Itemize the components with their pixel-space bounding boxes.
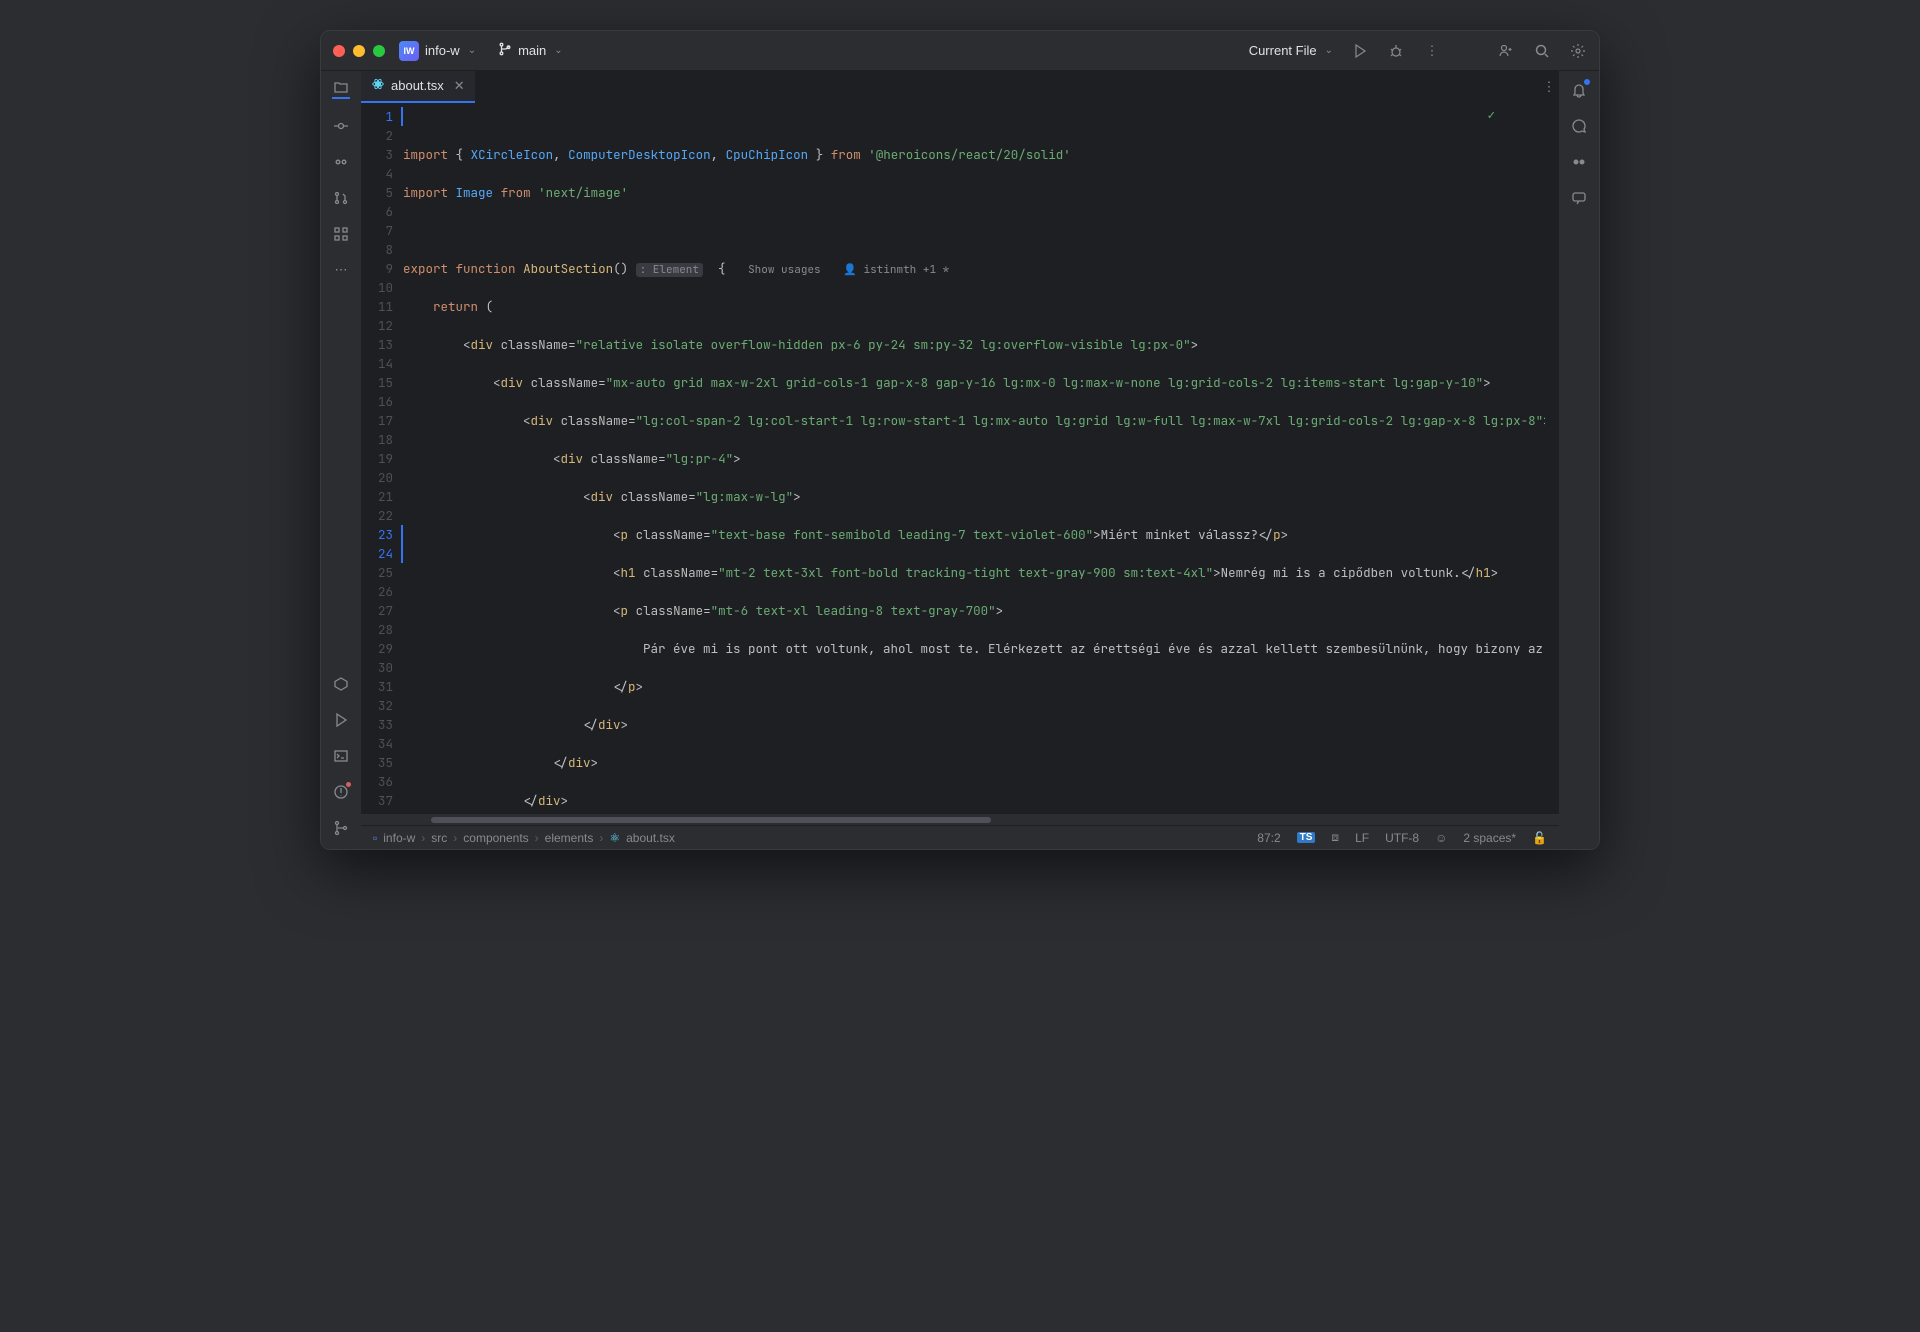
crumb[interactable]: src xyxy=(431,831,447,845)
str: "text-base font-semibold leading-7 text-… xyxy=(711,526,1094,543)
crumb[interactable]: elements xyxy=(545,831,594,845)
project-tool-icon[interactable] xyxy=(332,81,350,99)
crumb[interactable]: components xyxy=(463,831,528,845)
crumb[interactable]: about.tsx xyxy=(626,831,675,845)
run-icon[interactable] xyxy=(1351,42,1369,60)
terminal-icon[interactable] xyxy=(332,747,350,765)
crumb[interactable]: info-w xyxy=(383,831,415,845)
chevron-down-icon: ⌄ xyxy=(468,45,476,56)
copilot-icon[interactable] xyxy=(332,153,350,171)
ide-window: IW info-w ⌄ main ⌄ Current File ⌄ ⋮ xyxy=(320,30,1600,850)
str: "mt-2 text-3xl font-bold tracking-tight … xyxy=(718,564,1213,581)
debug-icon[interactable] xyxy=(1387,42,1405,60)
branch-icon xyxy=(498,42,512,59)
code-with-me-icon[interactable] xyxy=(1497,42,1515,60)
editor-tabs: about.tsx ✕ ⋮ xyxy=(361,71,1559,103)
str: "lg:col-span-2 lg:col-start-1 lg:row-sta… xyxy=(636,412,1544,429)
scrollbar-thumb[interactable] xyxy=(431,817,991,823)
line-gutter: 1234567891011121314151617181920212223242… xyxy=(361,103,403,813)
project-badge: IW xyxy=(399,41,419,61)
fn-name: AboutSection xyxy=(523,260,613,277)
tab-filename: about.tsx xyxy=(391,78,444,93)
editor-scrollbar[interactable] xyxy=(1545,103,1559,813)
code-content[interactable]: ✓ import { XCircleIcon, ComputerDesktopI… xyxy=(403,103,1545,813)
project-name: info-w xyxy=(425,43,460,58)
str: "lg:max-w-lg" xyxy=(696,488,794,505)
type-hint: : Element xyxy=(636,263,703,277)
react-file-icon xyxy=(371,77,385,94)
str: '@heroicons/react/20/solid' xyxy=(868,146,1071,163)
chevron-down-icon: ⌄ xyxy=(1325,45,1333,56)
structure-tool-icon[interactable] xyxy=(332,225,350,243)
run-tool-icon[interactable] xyxy=(332,711,350,729)
branch-name: main xyxy=(518,43,546,58)
readonly-icon[interactable]: 🔓 xyxy=(1532,831,1547,845)
str: "lg:pr-4" xyxy=(666,450,734,467)
caret-position[interactable]: 87:2 xyxy=(1257,831,1280,845)
window-controls xyxy=(333,45,385,57)
run-config-label: Current File xyxy=(1249,43,1317,58)
str: "relative isolate overflow-hidden px-6 p… xyxy=(576,336,1191,353)
left-tool-rail: ⋯ xyxy=(321,71,361,849)
ts-icon[interactable]: TS xyxy=(1297,832,1316,843)
run-config-selector[interactable]: Current File ⌄ xyxy=(1249,43,1333,58)
text: Pár éve mi is pont ott voltunk, ahol mos… xyxy=(643,640,1545,657)
right-tool-rail xyxy=(1559,71,1599,849)
inspection-ok-icon[interactable]: ✓ xyxy=(1487,105,1495,124)
horizontal-scrollbar[interactable] xyxy=(361,813,1559,825)
encoding[interactable]: UTF-8 xyxy=(1385,831,1419,845)
ai-assistant-icon[interactable] xyxy=(1570,117,1588,135)
text: Nemrég mi is a cipődben voltunk. xyxy=(1221,564,1461,581)
ident: Image xyxy=(456,184,494,201)
ident: XCircleIcon xyxy=(471,146,554,163)
breadcrumb[interactable]: ▫ info-w› src› components› elements› ⚛ a… xyxy=(361,825,1559,849)
tab-about-tsx[interactable]: about.tsx ✕ xyxy=(361,71,475,103)
chevron-down-icon: ⌄ xyxy=(554,45,562,56)
minimize-window-button[interactable] xyxy=(353,45,365,57)
indent[interactable]: 2 spaces* xyxy=(1463,831,1516,845)
problems-icon[interactable] xyxy=(332,783,350,801)
more-tools-icon[interactable]: ⋯ xyxy=(332,261,350,279)
services-icon[interactable] xyxy=(332,675,350,693)
prettier-icon[interactable]: ⧈ xyxy=(1331,830,1339,845)
ident: ComputerDesktopIcon xyxy=(568,146,711,163)
search-icon[interactable] xyxy=(1533,42,1551,60)
line-sep[interactable]: LF xyxy=(1355,831,1369,845)
copilot-panel-icon[interactable] xyxy=(1570,153,1588,171)
commit-tool-icon[interactable] xyxy=(332,117,350,135)
settings-icon[interactable] xyxy=(1569,42,1587,60)
project-selector[interactable]: IW info-w ⌄ xyxy=(399,41,476,61)
code-editor[interactable]: 1234567891011121314151617181920212223242… xyxy=(361,103,1559,813)
titlebar: IW info-w ⌄ main ⌄ Current File ⌄ ⋮ xyxy=(321,31,1599,71)
pull-requests-icon[interactable] xyxy=(332,189,350,207)
copilot-chat-icon[interactable] xyxy=(1570,189,1588,207)
author-hint[interactable]: istinmth +1 * xyxy=(863,263,949,277)
ident: CpuChipIcon xyxy=(726,146,809,163)
tab-menu-icon[interactable]: ⋮ xyxy=(1539,78,1559,96)
git-branch-selector[interactable]: main ⌄ xyxy=(498,42,563,59)
notifications-icon[interactable] xyxy=(1570,81,1588,99)
maximize-window-button[interactable] xyxy=(373,45,385,57)
str: "mt-6 text-xl leading-8 text-gray-700" xyxy=(711,602,996,619)
show-usages-hint[interactable]: Show usages xyxy=(748,263,821,277)
close-tab-icon[interactable]: ✕ xyxy=(454,78,465,94)
text: Miért minket válassz? xyxy=(1101,526,1259,543)
git-tool-icon[interactable] xyxy=(332,819,350,837)
str: 'next/image' xyxy=(538,184,628,201)
more-icon[interactable]: ⋮ xyxy=(1423,42,1441,60)
close-window-button[interactable] xyxy=(333,45,345,57)
str: "mx-auto grid max-w-2xl grid-cols-1 gap-… xyxy=(606,374,1484,391)
copilot-status-icon[interactable]: ☺ xyxy=(1435,831,1447,845)
